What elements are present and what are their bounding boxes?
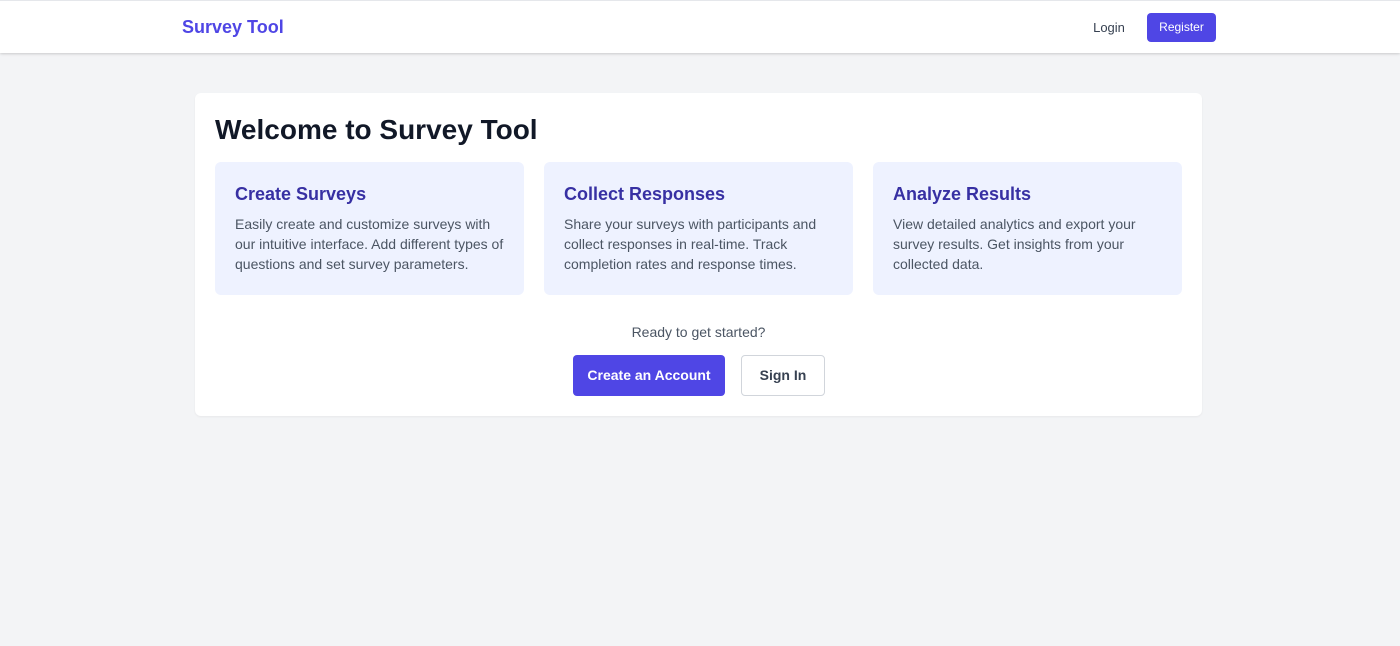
page-title: Welcome to Survey Tool — [215, 114, 538, 145]
cta-text: Ready to get started? — [631, 324, 766, 340]
feature-description: Share your surveys with participants and… — [564, 216, 817, 272]
top-navbar: Survey Tool Login Register — [0, 0, 1400, 53]
brand-logo-link[interactable]: Survey Tool — [182, 15, 284, 39]
feature-description: View detailed analytics and export your … — [893, 216, 1136, 272]
create-account-button[interactable]: Create an Account — [573, 355, 725, 396]
feature-card-create-surveys: Create Surveys Easily create and customi… — [215, 162, 524, 295]
sign-in-button[interactable]: Sign In — [741, 355, 825, 396]
feature-title: Analyze Results — [893, 184, 1032, 204]
feature-title: Create Surveys — [235, 184, 367, 204]
register-button[interactable]: Register — [1147, 13, 1216, 42]
feature-card-collect-responses: Collect Responses Share your surveys wit… — [544, 162, 853, 295]
feature-card-analyze-results: Analyze Results View detailed analytics … — [873, 162, 1182, 295]
feature-description: Easily create and customize surveys with… — [235, 216, 504, 272]
welcome-card: Welcome to Survey Tool Create Surveys Ea… — [195, 93, 1202, 416]
login-link[interactable]: Login — [1081, 13, 1137, 42]
feature-title: Collect Responses — [564, 184, 726, 204]
